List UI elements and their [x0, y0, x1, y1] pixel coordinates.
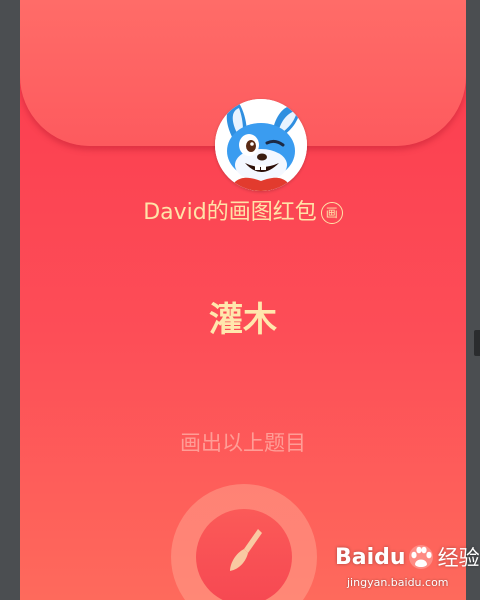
sender-label: David的画图红包 — [143, 200, 317, 225]
side-edge-handle — [474, 330, 480, 356]
baidu-paw-icon — [408, 545, 433, 569]
drawing-topic-word: 灌木 — [209, 300, 277, 340]
watermark-url: jingyan.baidu.com — [347, 576, 449, 589]
sender-avatar[interactable] — [215, 99, 307, 191]
start-drawing-button[interactable] — [196, 509, 292, 600]
drawing-instruction-hint: 画出以上题目 — [180, 431, 306, 455]
draw-badge-icon: 画 — [320, 202, 343, 224]
rabbit-avatar-icon — [215, 99, 307, 191]
watermark-logo: Baidu 经验 — [335, 540, 480, 574]
watermark-brand-cn: 经验 — [437, 546, 480, 570]
red-envelope-card: David的画图红包画 灌木 画出以上题目 — [20, 0, 466, 600]
watermark-brand: Baidu — [335, 544, 406, 570]
paintbrush-icon — [230, 529, 262, 571]
sender-title-row: David的画图红包画 — [20, 197, 466, 229]
baidu-jingyan-watermark: Baidu 经验 jingyan.baidu.com — [335, 540, 480, 596]
